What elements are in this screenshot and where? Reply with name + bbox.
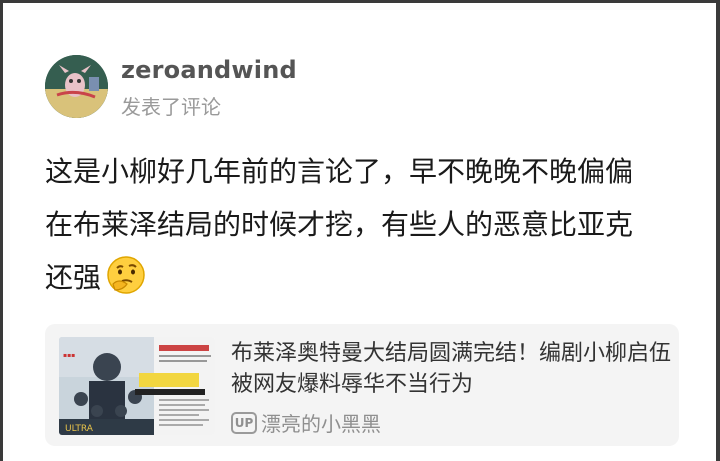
username[interactable]: zeroandwind: [121, 56, 297, 84]
shared-video-card[interactable]: ULTRA ▪▪▪ 布莱泽奥特曼大结局圆满完结！编剧小柳启伍被网友爆料辱华不当行…: [45, 324, 679, 446]
thinking-face-emoji-icon: [105, 254, 147, 296]
comment-card: zeroandwind 发表了评论 这是小柳好几年前的言论了，早不晚晚不晚偏偏 …: [3, 3, 716, 461]
video-title[interactable]: 布莱泽奥特曼大结局圆满完结！编剧小柳启伍被网友爆料辱华不当行为: [231, 338, 671, 400]
comment-action-label: 发表了评论: [121, 95, 221, 119]
comment-line: 这是小柳好几年前的言论了，早不晚晚不晚偏偏: [45, 155, 634, 188]
svg-text:▪▪▪: ▪▪▪: [63, 352, 75, 359]
avatar[interactable]: [45, 55, 108, 118]
comment-line: 还强: [45, 251, 685, 304]
comment-text: 这是小柳好几年前的言论了，早不晚晚不晚偏偏 在布莱泽结局的时候才挖，有些人的恶意…: [45, 145, 685, 304]
video-thumbnail[interactable]: ULTRA ▪▪▪: [59, 337, 215, 435]
up-badge-icon: UP: [231, 411, 257, 434]
svg-text:ULTRA: ULTRA: [65, 424, 94, 434]
uploader-name[interactable]: 漂亮的小黑黑: [261, 408, 381, 437]
comment-line: 在布莱泽结局的时候才挖，有些人的恶意比亚克: [45, 208, 634, 241]
video-uploader[interactable]: UP 漂亮的小黑黑: [231, 408, 381, 437]
